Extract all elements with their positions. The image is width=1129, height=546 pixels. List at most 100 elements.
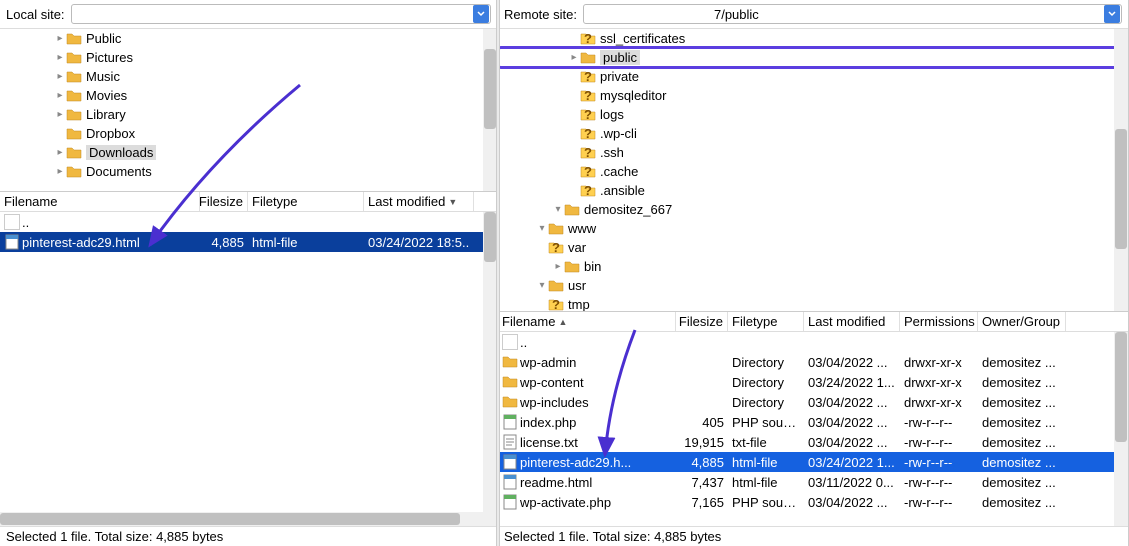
twisty-icon[interactable]: ▸ xyxy=(568,52,580,63)
tree-item[interactable]: ▸ Documents xyxy=(0,162,497,181)
folder-unknown-icon xyxy=(580,183,596,199)
parent-dir-row[interactable]: .. xyxy=(0,212,497,232)
file-row[interactable]: license.txt19,915txt-file03/04/2022 ...-… xyxy=(498,432,1128,452)
col-lastmod[interactable]: Last modified▼ xyxy=(364,192,474,211)
folder-unknown-icon xyxy=(580,126,596,142)
tree-item[interactable]: .cache xyxy=(498,162,1128,181)
remote-rows[interactable]: .. wp-adminDirectory03/04/2022 ...drwxr-x… xyxy=(498,332,1128,526)
col-lastmod[interactable]: Last modified xyxy=(804,312,900,331)
tree-item[interactable]: ▾www xyxy=(498,219,1128,238)
local-headers[interactable]: Filename Filesize Filetype Last modified… xyxy=(0,192,497,212)
twisty-icon[interactable]: ▾ xyxy=(536,223,548,234)
tree-item[interactable]: Dropbox xyxy=(0,124,497,143)
tree-item[interactable]: ▸Downloads xyxy=(0,143,497,162)
tree-item[interactable]: tmp xyxy=(498,295,1128,311)
twisty-icon[interactable]: ▸ xyxy=(54,109,66,120)
pane-divider[interactable] xyxy=(496,0,500,546)
tree-label: .cache xyxy=(600,164,638,179)
parent-dir-row[interactable]: .. xyxy=(498,332,1128,352)
twisty-icon[interactable]: ▸ xyxy=(54,33,66,44)
tree-item[interactable]: ▸Pictures xyxy=(0,48,497,67)
scrollbar-vertical[interactable] xyxy=(1114,332,1128,526)
tree-label: private xyxy=(600,69,639,84)
cell-sz: 4,885 xyxy=(200,235,248,250)
filename: pinterest-adc29.h... xyxy=(520,455,631,470)
col-filetype[interactable]: Filetype xyxy=(728,312,804,331)
twisty-icon[interactable]: ▸ xyxy=(54,52,66,63)
cell-og: demositez ... xyxy=(978,395,1066,410)
folder-icon xyxy=(502,374,518,390)
scrollbar-vertical[interactable] xyxy=(483,212,497,512)
col-filetype[interactable]: Filetype xyxy=(248,192,364,211)
file-row[interactable]: pinterest-adc29.html4,885html-file03/24/… xyxy=(0,232,497,252)
tree-item[interactable]: ▸Movies xyxy=(0,86,497,105)
tree-item[interactable]: .wp-cli xyxy=(498,124,1128,143)
tree-label: bin xyxy=(584,259,601,274)
file-row[interactable]: readme.html7,437html-file03/11/2022 0...… xyxy=(498,472,1128,492)
tree-item[interactable]: private xyxy=(498,67,1128,86)
file-row[interactable]: wp-contentDirectory03/24/2022 1...drwxr-… xyxy=(498,372,1128,392)
local-tree[interactable]: ▸ Public ▸Pictures▸Music▸Movies▸LibraryDro… xyxy=(0,29,497,191)
remote-site-select[interactable]: 7/public xyxy=(583,4,1122,24)
file-row[interactable]: wp-includesDirectory03/04/2022 ...drwxr-… xyxy=(498,392,1128,412)
col-permissions[interactable]: Permissions xyxy=(900,312,978,331)
twisty-icon[interactable]: ▸ xyxy=(54,71,66,82)
html-file-icon xyxy=(502,454,518,470)
filename: wp-includes xyxy=(520,395,589,410)
tree-label: Documents xyxy=(86,164,152,179)
folder-unknown-icon xyxy=(580,31,596,47)
tree-item[interactable]: ▸ bin xyxy=(498,257,1128,276)
cell-ft: PHP source xyxy=(728,415,804,430)
twisty-icon[interactable]: ▾ xyxy=(536,280,548,291)
col-filename[interactable]: Filename▲ xyxy=(498,312,676,331)
twisty-icon[interactable]: ▸ xyxy=(54,147,66,158)
tree-item[interactable]: ▸ Public xyxy=(0,29,497,48)
col-filesize[interactable]: Filesize xyxy=(200,192,248,211)
local-rows[interactable]: ..pinterest-adc29.html4,885html-file03/2… xyxy=(0,212,497,512)
tree-item[interactable]: ▸Library xyxy=(0,105,497,124)
folder-icon xyxy=(66,69,82,85)
tree-item[interactable]: .ansible xyxy=(498,181,1128,200)
filename: .. xyxy=(520,335,527,350)
file-row[interactable]: pinterest-adc29.h...4,885html-file03/24/… xyxy=(498,452,1128,472)
tree-item[interactable]: ▾demositez_667 xyxy=(498,200,1128,219)
cell-sz: 7,437 xyxy=(676,475,728,490)
cell-ft: html-file xyxy=(248,235,364,250)
twisty-icon[interactable]: ▸ xyxy=(54,166,66,177)
file-row[interactable]: wp-adminDirectory03/04/2022 ...drwxr-xr-… xyxy=(498,352,1128,372)
tree-item[interactable]: var xyxy=(498,238,1128,257)
tree-item[interactable]: .ssh xyxy=(498,143,1128,162)
tree-item[interactable]: ▸public xyxy=(498,48,1128,67)
tree-label: tmp xyxy=(568,297,590,311)
folder-icon xyxy=(66,126,82,142)
folder-unknown-icon xyxy=(580,145,596,161)
col-filesize[interactable]: Filesize xyxy=(676,312,728,331)
file-row[interactable]: wp-activate.php7,165PHP source03/04/2022… xyxy=(498,492,1128,512)
tree-item[interactable]: logs xyxy=(498,105,1128,124)
tree-item[interactable]: ▸Music xyxy=(0,67,497,86)
file-row[interactable]: index.php405PHP source03/04/2022 ...-rw-… xyxy=(498,412,1128,432)
twisty-icon[interactable]: ▸ xyxy=(552,261,564,272)
tree-label: Public xyxy=(86,31,121,46)
dropdown-icon[interactable] xyxy=(1104,5,1120,23)
scrollbar-horizontal[interactable] xyxy=(0,512,497,526)
scrollbar-vertical[interactable] xyxy=(1114,29,1128,311)
folder-icon xyxy=(548,278,564,294)
remote-tree[interactable]: ssl_certificates▸public private mysqledito… xyxy=(498,29,1128,311)
local-status: Selected 1 file. Total size: 4,885 bytes xyxy=(0,526,497,546)
cell-lm: 03/24/2022 18:5.. xyxy=(364,235,474,250)
tree-item[interactable]: ▾ usr xyxy=(498,276,1128,295)
remote-headers[interactable]: Filename▲ Filesize Filetype Last modifie… xyxy=(498,312,1128,332)
local-site-select[interactable] xyxy=(71,4,491,24)
col-filename[interactable]: Filename xyxy=(0,192,200,211)
tree-label: usr xyxy=(568,278,586,293)
scrollbar-vertical[interactable] xyxy=(483,29,497,191)
tree-item[interactable]: mysqleditor xyxy=(498,86,1128,105)
col-ownergroup[interactable]: Owner/Group xyxy=(978,312,1066,331)
dropdown-icon[interactable] xyxy=(473,5,489,23)
filename: readme.html xyxy=(520,475,592,490)
twisty-icon[interactable]: ▾ xyxy=(552,204,564,215)
tree-item[interactable]: ssl_certificates xyxy=(498,29,1128,48)
cell-pm: -rw-r--r-- xyxy=(900,415,978,430)
twisty-icon[interactable]: ▸ xyxy=(54,90,66,101)
